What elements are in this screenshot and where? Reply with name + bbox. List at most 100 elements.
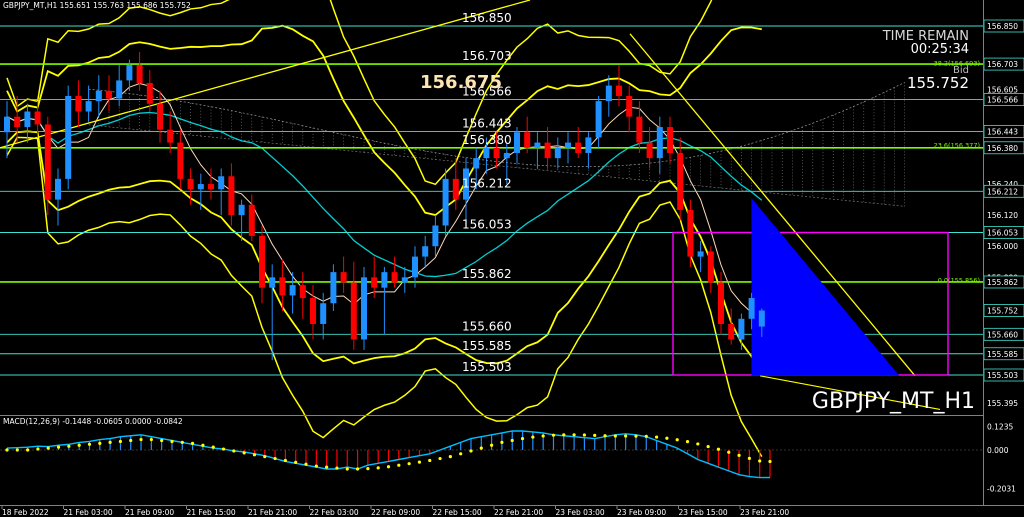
- bull-candle[interactable]: [85, 101, 92, 112]
- bull-candle[interactable]: [554, 147, 561, 159]
- macd-signal-dot: [644, 434, 648, 438]
- macd-signal-dot: [376, 466, 380, 470]
- bear-candle[interactable]: [167, 129, 174, 143]
- bear-candle[interactable]: [626, 95, 633, 117]
- bull-candle[interactable]: [55, 178, 61, 200]
- bear-candle[interactable]: [279, 277, 286, 296]
- bull-candle[interactable]: [758, 310, 765, 327]
- bear-candle[interactable]: [575, 142, 582, 153]
- time-tick-label: 21 Feb 15:00: [187, 508, 236, 517]
- bull-candle[interactable]: [320, 303, 327, 324]
- time-tick-label: 22 Feb 21:00: [494, 508, 543, 517]
- time-tick-label: 22 Feb 09:00: [371, 508, 420, 517]
- bull-candle[interactable]: [748, 298, 755, 319]
- bull-candle[interactable]: [422, 246, 429, 257]
- bear-candle[interactable]: [350, 282, 357, 340]
- bull-candle[interactable]: [4, 116, 10, 133]
- bear-candle[interactable]: [391, 272, 398, 283]
- bull-candle[interactable]: [432, 225, 439, 247]
- bull-candle[interactable]: [442, 178, 449, 226]
- price-tick-label: 156.443: [987, 127, 1018, 136]
- bull-candle[interactable]: [585, 137, 592, 153]
- time-tick-label: 23 Feb 03:00: [556, 508, 605, 517]
- bear-candle[interactable]: [718, 282, 724, 324]
- bull-candle[interactable]: [126, 64, 133, 81]
- bear-candle[interactable]: [707, 251, 714, 283]
- bull-candle[interactable]: [197, 184, 204, 190]
- bull-candle[interactable]: [412, 256, 418, 278]
- bear-candle[interactable]: [310, 298, 316, 324]
- macd-tick-label: -0.2031: [987, 485, 1016, 494]
- bull-candle[interactable]: [483, 147, 490, 159]
- macd-signal-dot: [634, 434, 638, 438]
- bull-candle[interactable]: [116, 80, 123, 99]
- bull-candle[interactable]: [65, 95, 72, 179]
- bear-candle[interactable]: [228, 176, 235, 216]
- macd-signal-dot: [747, 456, 751, 460]
- bear-candle[interactable]: [677, 152, 684, 210]
- bear-candle[interactable]: [728, 323, 735, 340]
- bear-candle[interactable]: [106, 90, 112, 99]
- bull-candle[interactable]: [503, 152, 510, 159]
- bull-candle[interactable]: [595, 101, 602, 138]
- fib-label: 23.6(156.377): [934, 142, 980, 150]
- bear-candle[interactable]: [371, 277, 378, 288]
- bull-candle[interactable]: [269, 277, 276, 288]
- bull-candle[interactable]: [289, 285, 296, 296]
- bear-candle[interactable]: [646, 142, 653, 159]
- time-tick-label: 23 Feb 21:00: [740, 508, 789, 517]
- bear-candle[interactable]: [177, 142, 184, 179]
- bear-candle[interactable]: [14, 116, 21, 128]
- macd-signal-dot: [706, 444, 710, 449]
- bear-candle[interactable]: [157, 103, 163, 130]
- bull-candle[interactable]: [514, 132, 520, 153]
- macd-signal-dot: [551, 433, 556, 437]
- bull-candle[interactable]: [330, 272, 337, 304]
- bear-candle[interactable]: [452, 178, 459, 200]
- level-label: 156.212: [462, 176, 512, 190]
- bear-candle[interactable]: [34, 111, 41, 125]
- bear-candle[interactable]: [208, 184, 214, 190]
- macd-signal-dot: [87, 442, 92, 446]
- price-tick-label: 156.053: [987, 228, 1018, 237]
- bear-candle[interactable]: [136, 64, 143, 84]
- macd-signal-dot: [26, 448, 30, 452]
- bull-candle[interactable]: [534, 142, 541, 148]
- bull-candle[interactable]: [361, 277, 367, 340]
- level-label: 156.380: [462, 133, 512, 147]
- bull-candle[interactable]: [605, 85, 612, 102]
- bear-candle[interactable]: [75, 95, 82, 112]
- bull-candle[interactable]: [738, 318, 745, 340]
- bull-candle[interactable]: [401, 277, 408, 283]
- macd-signal-dot: [170, 439, 174, 444]
- bear-candle[interactable]: [187, 178, 194, 190]
- bear-candle[interactable]: [299, 285, 306, 299]
- bull-candle[interactable]: [473, 158, 480, 169]
- macd-signal-dot: [624, 434, 628, 438]
- bull-candle[interactable]: [697, 251, 704, 257]
- bear-candle[interactable]: [524, 132, 531, 148]
- bull-candle[interactable]: [381, 272, 388, 288]
- bull-candle[interactable]: [238, 204, 245, 216]
- bear-candle[interactable]: [636, 116, 643, 143]
- bear-candle[interactable]: [44, 124, 51, 200]
- bull-candle[interactable]: [218, 176, 225, 190]
- macd-signal-dot: [345, 467, 349, 471]
- price-tick-label: 155.395: [987, 399, 1018, 408]
- bear-candle[interactable]: [667, 127, 673, 153]
- bear-candle[interactable]: [616, 85, 622, 96]
- level-label: 155.660: [462, 319, 512, 333]
- bull-candle[interactable]: [95, 90, 102, 102]
- bear-candle[interactable]: [687, 209, 694, 257]
- bear-candle[interactable]: [259, 235, 265, 288]
- bear-candle[interactable]: [146, 83, 153, 104]
- bear-candle[interactable]: [248, 204, 255, 236]
- bull-candle[interactable]: [656, 127, 663, 159]
- bull-candle[interactable]: [565, 142, 571, 148]
- bear-candle[interactable]: [493, 147, 500, 159]
- macd-signal-dot: [520, 437, 525, 441]
- price-tick-label: 156.000: [987, 242, 1018, 251]
- bear-candle[interactable]: [340, 272, 347, 283]
- bear-candle[interactable]: [544, 142, 551, 159]
- bull-candle[interactable]: [24, 111, 31, 128]
